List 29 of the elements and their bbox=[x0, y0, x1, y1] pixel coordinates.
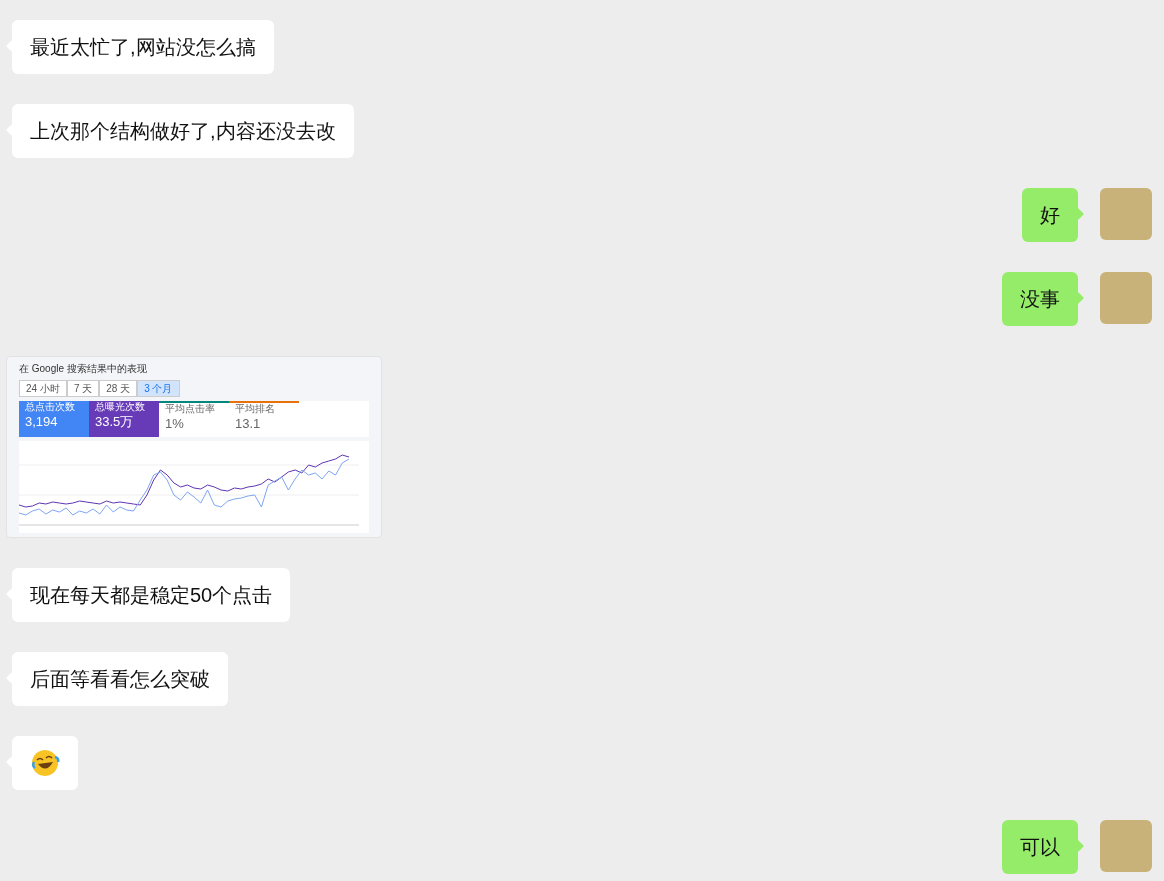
metric-value: 33.5万 bbox=[95, 413, 135, 431]
date-range-chip[interactable]: 28 天 bbox=[99, 380, 138, 397]
metric-value: 1% bbox=[165, 415, 185, 433]
metric-card[interactable]: 总点击次数 3,194 bbox=[19, 401, 89, 437]
metric-card[interactable]: 平均点击率 1% bbox=[159, 401, 229, 437]
avatar-photo-placeholder[interactable] bbox=[1100, 188, 1152, 240]
metric-label: 平均排名 bbox=[235, 403, 276, 415]
message-bubble: 可以 bbox=[1002, 820, 1078, 874]
avatar-photo-placeholder[interactable] bbox=[1100, 820, 1152, 872]
metric-value: 3,194 bbox=[25, 413, 59, 431]
message-bubble: 后面等看看怎么突破 bbox=[12, 652, 228, 706]
date-range-chip[interactable]: 7 天 bbox=[66, 380, 100, 397]
metric-card[interactable]: 平均排名 13.1 bbox=[229, 401, 299, 437]
message-bubble: 最近太忙了,网站没怎么搞 bbox=[12, 20, 274, 74]
laughing-face-icon bbox=[30, 748, 60, 778]
message-bubble: 没事 bbox=[1002, 272, 1078, 326]
metric-label: 平均点击率 bbox=[165, 403, 216, 415]
message-bubble: 现在每天都是稳定50个点击 bbox=[12, 568, 291, 622]
date-range-chip[interactable]: 24 小时 bbox=[19, 380, 67, 397]
metric-card[interactable]: 总曝光次数 33.5万 bbox=[89, 401, 159, 437]
message-bubble: 好 bbox=[1022, 188, 1078, 242]
date-range-chip[interactable]: 3 个月 bbox=[137, 380, 180, 397]
metric-label: 总曝光次数 bbox=[95, 401, 146, 413]
avatar-photo-placeholder[interactable] bbox=[1100, 272, 1152, 324]
search-console-screenshot[interactable]: 在 Google 搜索结果中的表现 24 小时 7 天 28 天 3 个月 总点击次数 3,194 总曝光次数 33.5万 平均点击率 1% 平均排名 13.1 bbox=[6, 356, 382, 538]
metric-label: 总点击次数 bbox=[25, 401, 76, 413]
metric-value: 13.1 bbox=[235, 415, 262, 433]
message-bubble: 上次那个结构做好了,内容还没去改 bbox=[12, 104, 354, 158]
report-title: 在 Google 搜索结果中的表现 bbox=[19, 362, 148, 376]
